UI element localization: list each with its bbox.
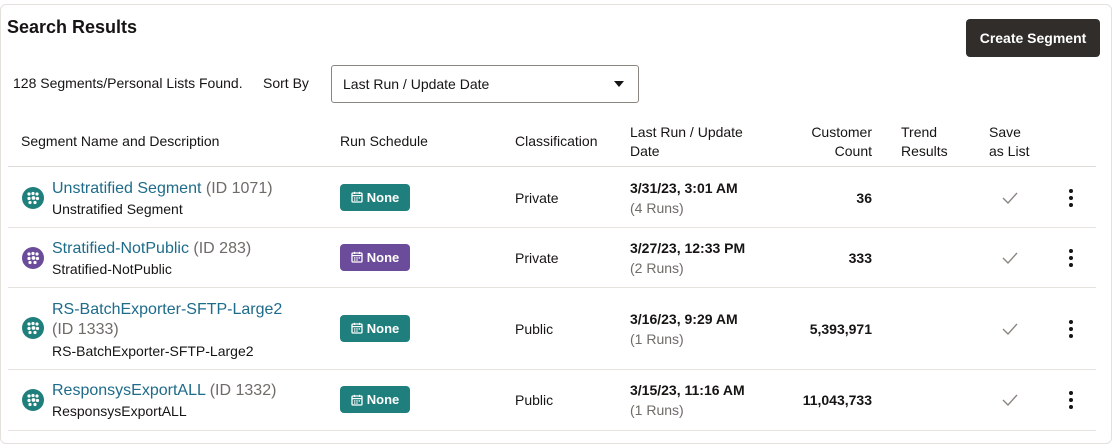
- checkmark-icon: [1001, 191, 1019, 205]
- segment-icon: [22, 389, 44, 411]
- checkmark-icon: [1001, 393, 1019, 407]
- calendar-icon: [351, 251, 363, 263]
- create-segment-button[interactable]: Create Segment: [966, 19, 1100, 57]
- more-actions-icon[interactable]: [1064, 389, 1078, 411]
- calendar-icon: [351, 322, 363, 334]
- col-header-count-line2: Count: [834, 143, 872, 159]
- segment-name: Unstratified Segment (ID 1071): [52, 179, 273, 199]
- run-count: (1 Runs): [630, 330, 684, 347]
- row-divider: [8, 287, 1096, 288]
- customer-count: 5,393,971: [809, 320, 872, 337]
- segment-id: (ID 283): [193, 240, 252, 257]
- segment-name-link[interactable]: RS-BatchExporter-SFTP-Large2: [52, 301, 282, 318]
- run-count: (4 Runs): [630, 199, 684, 216]
- col-header-last-run[interactable]: Last Run / Update Date: [630, 123, 743, 161]
- segment-id: (ID 1332): [209, 382, 277, 399]
- col-header-count-line1: Customer: [811, 124, 872, 140]
- sort-by-label: Sort By: [263, 75, 309, 91]
- col-header-save-as-list: Save as List: [989, 123, 1029, 161]
- segment-name: Stratified-NotPublic (ID 283): [52, 239, 251, 259]
- segment-name: RS-BatchExporter-SFTP-Large2 (ID 1333): [52, 300, 302, 340]
- sort-select-value: Last Run / Update Date: [343, 76, 490, 92]
- segment-description: Stratified-NotPublic: [52, 261, 172, 277]
- checkmark-icon: [1001, 251, 1019, 265]
- col-header-last-run-line2: Date: [630, 143, 660, 159]
- checkmark-icon: [1001, 322, 1019, 336]
- col-header-name[interactable]: Segment Name and Description: [21, 132, 219, 151]
- col-header-trend-line1: Trend: [901, 124, 938, 140]
- classification-value: Private: [515, 249, 559, 266]
- row-divider: [8, 430, 1096, 431]
- run-schedule-badge[interactable]: None: [340, 314, 410, 342]
- more-actions-icon[interactable]: [1064, 318, 1078, 340]
- page-title: Search Results: [7, 17, 138, 37]
- run-schedule-badge[interactable]: None: [340, 183, 410, 211]
- calendar-icon: [351, 394, 363, 406]
- run-schedule-badge[interactable]: None: [340, 243, 410, 271]
- run-schedule-badge[interactable]: None: [340, 386, 410, 413]
- segment-id: (ID 1333): [52, 321, 119, 338]
- segment-description: RS-BatchExporter-SFTP-Large2: [52, 343, 254, 359]
- header-divider: [8, 166, 1096, 167]
- classification-value: Public: [515, 320, 554, 337]
- calendar-icon: [351, 191, 363, 203]
- segment-id: (ID 1071): [205, 180, 273, 197]
- last-run-date: 3/27/23, 12:33 PM: [630, 239, 746, 256]
- segment-name-link[interactable]: ResponsysExportALL: [52, 382, 205, 399]
- run-schedule-label: None: [366, 392, 400, 407]
- col-header-classification[interactable]: Classification: [515, 132, 597, 151]
- classification-value: Public: [515, 392, 554, 408]
- segment-icon: [22, 186, 44, 209]
- col-header-save-line1: Save: [989, 124, 1021, 140]
- segment-icon: [22, 246, 44, 269]
- customer-count: 333: [848, 249, 872, 266]
- last-run-date: 3/16/23, 9:29 AM: [630, 310, 738, 327]
- segment-description: Unstratified Segment: [52, 201, 183, 217]
- col-header-schedule[interactable]: Run Schedule: [340, 132, 428, 151]
- run-schedule-label: None: [366, 249, 400, 265]
- chevron-down-icon: [614, 81, 624, 87]
- col-header-customer-count[interactable]: Customer Count: [790, 123, 872, 161]
- segment-name-link[interactable]: Stratified-NotPublic: [52, 240, 189, 257]
- sort-select[interactable]: Last Run / Update Date: [331, 65, 639, 103]
- run-count: (2 Runs): [630, 259, 684, 276]
- classification-value: Private: [515, 189, 559, 206]
- run-schedule-label: None: [366, 189, 400, 205]
- segment-name-link[interactable]: Unstratified Segment: [52, 180, 201, 197]
- col-header-trend-line2: Results: [901, 143, 948, 159]
- col-header-trend-results: Trend Results: [901, 123, 948, 161]
- col-header-save-line2: as List: [989, 143, 1030, 159]
- run-count: (1 Runs): [630, 402, 684, 418]
- results-count: 128 Segments/Personal Lists Found.: [13, 75, 243, 91]
- row-divider: [8, 227, 1096, 228]
- col-header-last-run-line1: Last Run / Update: [630, 124, 743, 140]
- more-actions-icon[interactable]: [1064, 247, 1078, 269]
- more-actions-icon[interactable]: [1064, 187, 1078, 209]
- segment-icon: [22, 317, 44, 339]
- last-run-date: 3/15/23, 11:16 AM: [630, 382, 745, 398]
- segment-name: ResponsysExportALL (ID 1332): [52, 381, 276, 401]
- segment-description: ResponsysExportALL: [52, 403, 187, 419]
- customer-count: 11,043,733: [802, 392, 872, 408]
- customer-count: 36: [856, 189, 872, 206]
- last-run-date: 3/31/23, 3:01 AM: [630, 179, 738, 196]
- row-divider: [8, 369, 1096, 370]
- run-schedule-label: None: [366, 320, 400, 336]
